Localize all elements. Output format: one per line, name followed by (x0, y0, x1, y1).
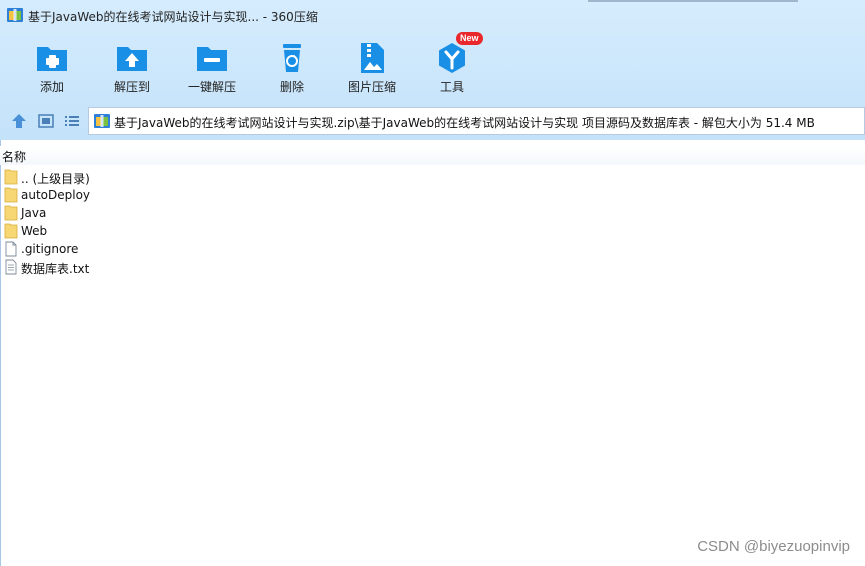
text-file-icon (5, 259, 17, 275)
thumbnail-view-icon[interactable] (37, 112, 55, 130)
new-badge: New (456, 32, 483, 45)
list-item-name: autoDeploy (21, 188, 91, 202)
window-title: 基于JavaWeb的在线考试网站设计与实现... - 360压缩 (28, 10, 318, 24)
folder-icon (4, 205, 18, 221)
add-folder-icon (37, 47, 67, 71)
archive-icon (7, 8, 23, 22)
extract-to-button[interactable]: 解压到 (92, 36, 172, 96)
file-list: .. (上级目录) autoDeploy Java Web .gitignore… (0, 168, 865, 276)
navigation-bar: 基于JavaWeb的在线考试网站设计与实现.zip\基于JavaWeb的在线考试… (0, 106, 865, 136)
list-item-database-table[interactable]: 数据库表.txt (0, 258, 865, 276)
list-view-icon[interactable] (63, 112, 81, 130)
image-compress-label: 图片压缩 (347, 80, 396, 94)
list-item-name: Java (21, 206, 47, 220)
folder-icon (4, 223, 18, 239)
delete-button[interactable]: 删除 (252, 36, 332, 96)
list-item-name: Web (21, 224, 48, 238)
name-column-header[interactable]: 名称 (0, 146, 865, 165)
add-label: 添加 (39, 80, 64, 94)
list-item-name: .gitignore (21, 242, 79, 256)
folder-icon (4, 169, 18, 185)
tools-icon (439, 43, 465, 73)
up-arrow-icon[interactable] (10, 112, 28, 130)
trash-icon (283, 44, 301, 72)
archive-icon (94, 114, 110, 128)
list-item-name: 数据库表.txt (21, 262, 90, 276)
toolbar: 添加 解压到 一键解压 删除 图片压缩 New 工具 (0, 32, 865, 96)
one-click-extract-button[interactable]: 一键解压 (172, 36, 252, 96)
list-item-gitignore[interactable]: .gitignore (0, 240, 865, 258)
name-column-label: 名称 (2, 150, 27, 164)
delete-label: 删除 (279, 80, 304, 94)
tools-label: 工具 (439, 80, 464, 94)
list-item-name: .. (上级目录) (21, 172, 90, 186)
address-path: 基于JavaWeb的在线考试网站设计与实现.zip\基于JavaWeb的在线考试… (114, 116, 815, 130)
file-icon (5, 241, 17, 257)
header-area: 基于JavaWeb的在线考试网站设计与实现... - 360压缩 添加 解压到 (0, 0, 865, 140)
watermark: CSDN @biyezuopinvip (697, 538, 850, 555)
image-compress-icon (361, 43, 384, 73)
title-bar[interactable]: 基于JavaWeb的在线考试网站设计与实现... - 360压缩 (0, 0, 865, 30)
list-item-java[interactable]: Java (0, 204, 865, 222)
title-bar-accent (588, 0, 798, 2)
list-item-parent-directory[interactable]: .. (上级目录) (0, 168, 865, 186)
tools-button[interactable]: New 工具 (412, 32, 492, 96)
address-bar[interactable]: 基于JavaWeb的在线考试网站设计与实现.zip\基于JavaWeb的在线考试… (88, 107, 865, 135)
one-click-extract-label: 一键解压 (187, 80, 236, 94)
folder-icon (4, 187, 18, 203)
list-item-autodeploy[interactable]: autoDeploy (0, 186, 865, 204)
add-button[interactable]: 添加 (12, 36, 92, 96)
extract-folder-icon (117, 47, 147, 71)
one-click-extract-icon (197, 47, 227, 71)
list-item-web[interactable]: Web (0, 222, 865, 240)
image-compress-button[interactable]: 图片压缩 (332, 36, 412, 96)
extract-to-label: 解压到 (113, 80, 150, 94)
